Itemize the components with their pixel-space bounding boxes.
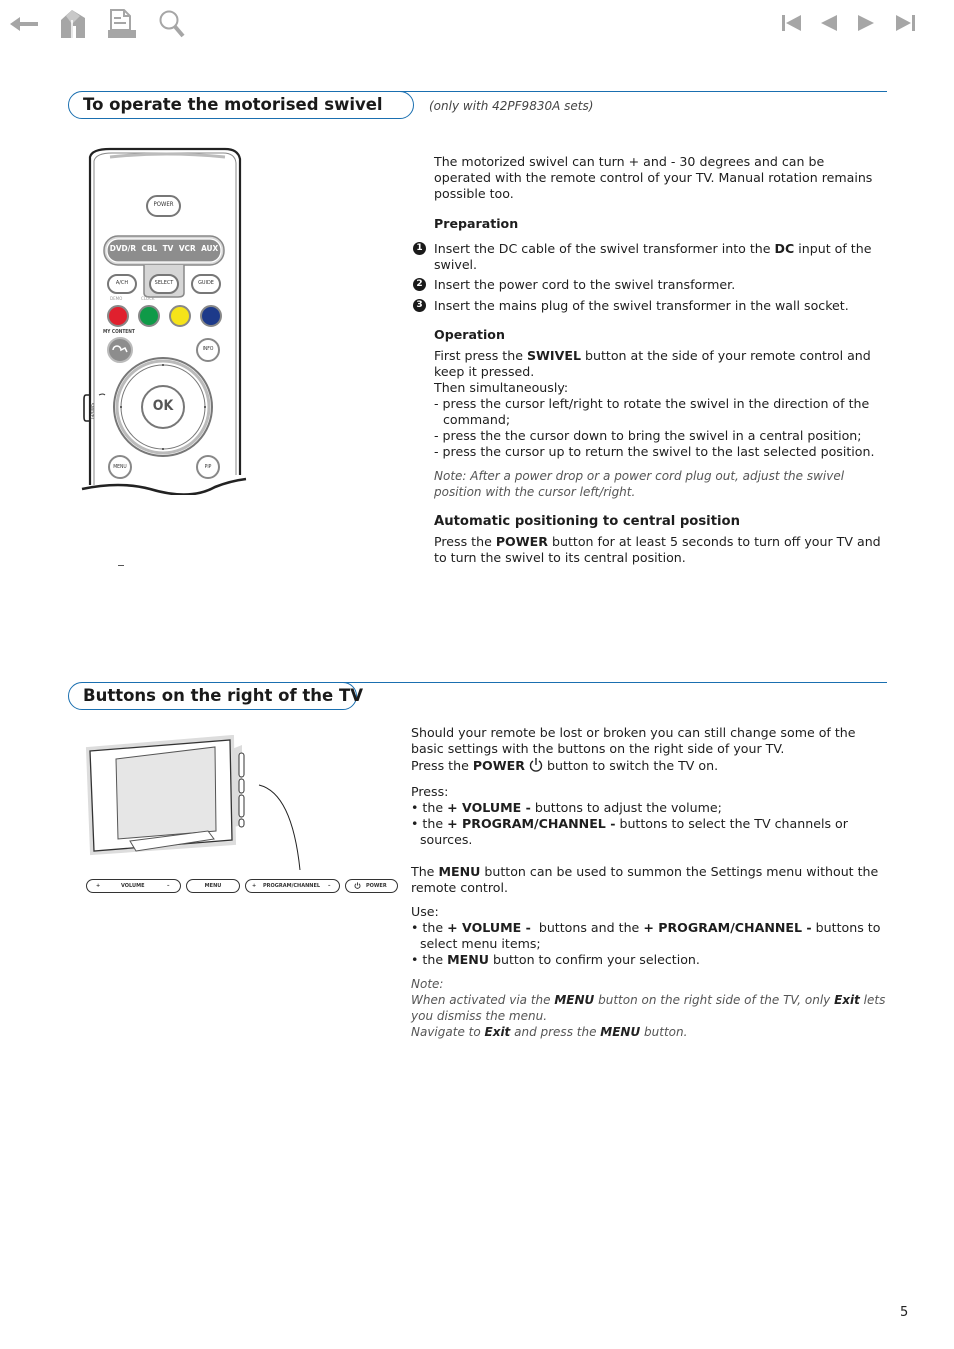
first-page-icon[interactable] (780, 12, 804, 34)
remote-source-dvdr: DVD/R (109, 243, 137, 253)
section-divider (400, 91, 887, 92)
preparation-heading: Preparation (434, 216, 519, 231)
power-icon (354, 882, 361, 891)
next-page-icon[interactable] (855, 12, 877, 34)
home-icon[interactable] (58, 8, 88, 40)
tv-buttons-content: Should your remote be lost or broken you… (411, 725, 886, 1040)
remote-ok-button: OK (152, 398, 174, 414)
swivel-intro: The motorized swivel can turn + and - 30… (434, 154, 873, 201)
page-number: 5 (900, 1305, 909, 1320)
remote-source-aux: AUX (201, 243, 219, 253)
tv-program-channel-button[interactable]: + PROGRAM/CHANNEL – (245, 879, 340, 893)
search-icon[interactable] (156, 8, 188, 40)
stray-mark (118, 565, 124, 566)
note-line-2: Navigate to Exit and press the MENU butt… (411, 1025, 688, 1039)
remote-source-bar: DVD/R CBL TV VCR AUX (107, 243, 221, 253)
operation-line1: First press the SWIVEL button at the sid… (434, 348, 871, 379)
tv-menu-button[interactable]: MENU (186, 879, 240, 893)
remote-select-button: SELECT (154, 280, 174, 286)
auto-position-text: Press the POWER button for at least 5 se… (434, 534, 881, 565)
remote-control-illustration: POWER DVD/R CBL TV VCR AUX A/CH SELECT G… (80, 145, 250, 495)
remote-source-vcr: VCR (178, 243, 196, 253)
use-item-select: • the + VOLUME - buttons and the + PROGR… (411, 920, 881, 951)
use-item-confirm: • the MENU button to confirm your select… (411, 952, 700, 967)
previous-page-icon[interactable] (818, 12, 840, 34)
back-arrow-icon[interactable] (8, 8, 40, 38)
section-subtitle: (only with 42PF9830A sets) (429, 99, 594, 113)
operation-dash-2: - press the the cursor down to bring the… (434, 428, 862, 443)
print-icon[interactable] (106, 8, 138, 40)
tv-buttons-intro: Should your remote be lost or broken you… (411, 725, 856, 756)
remote-demo-label: DEMO (110, 297, 123, 302)
tv-power-button[interactable]: POWER (345, 879, 398, 893)
remote-ach-button: A/CH (115, 280, 129, 286)
remote-info-button: INFO (202, 346, 214, 352)
step-number-badge: 1 (413, 242, 426, 255)
auto-position-heading: Automatic positioning to central positio… (434, 514, 740, 529)
remote-swivel-label: SWIVEL (88, 403, 94, 421)
last-page-icon[interactable] (893, 12, 917, 34)
swivel-content: The motorized swivel can turn + and - 30… (413, 154, 884, 566)
operation-line2: Then simultaneously: (434, 380, 569, 395)
operation-dash-1: - press the cursor left/right to rotate … (434, 396, 870, 427)
step-number-badge: 3 (413, 299, 426, 312)
tv-side-buttons-illustration: + VOLUME – MENU + PROGRAM/CHANNEL – POWE… (80, 735, 400, 900)
remote-menu-button: MENU (113, 464, 127, 470)
tv-buttons-power-line: Press the POWER button to switch the TV … (411, 757, 886, 776)
operation-heading: Operation (434, 327, 505, 342)
use-label: Use: (411, 904, 439, 919)
remote-source-cbl: CBL (141, 243, 158, 253)
section-divider (340, 682, 887, 683)
section-title-tv-buttons: Buttons on the right of the TV (68, 682, 363, 710)
press-item-program: • the + PROGRAM/CHANNEL - buttons to sel… (411, 816, 848, 847)
remote-source-tv: TV (162, 243, 174, 253)
preparation-step-3: 3 Insert the mains plug of the swivel tr… (413, 298, 884, 314)
preparation-step-2: 2 Insert the power cord to the swivel tr… (413, 277, 884, 293)
remote-pip-button: PIP (204, 464, 212, 470)
remote-guide-button: GUIDE (198, 280, 214, 286)
note-label: Note: (411, 977, 444, 991)
operation-note: Note: After a power drop or a power cord… (434, 469, 845, 499)
operation-dash-3: - press the cursor up to return the swiv… (434, 444, 875, 459)
menu-paragraph: The MENU button can be used to summon th… (411, 864, 879, 895)
power-icon (529, 757, 543, 776)
press-label: Press: (411, 784, 449, 799)
note-line-1: When activated via the MENU button on th… (411, 993, 886, 1023)
step-number-badge: 2 (413, 278, 426, 291)
remote-clock-label: CLOCK (141, 297, 155, 302)
press-item-volume: • the + VOLUME - buttons to adjust the v… (411, 800, 722, 815)
remote-power-button: POWER (153, 201, 174, 208)
remote-my-content-label: MY CONTENT (103, 330, 135, 335)
tv-volume-button[interactable]: + VOLUME – (86, 879, 181, 893)
preparation-step-1: 1 Insert the DC cable of the swivel tran… (413, 241, 884, 273)
section-title-swivel: To operate the motorised swivel (68, 91, 414, 119)
